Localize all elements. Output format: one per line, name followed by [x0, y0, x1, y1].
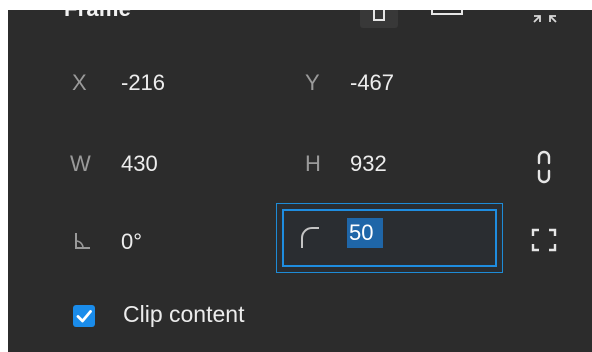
constrain-proportions-icon[interactable]	[530, 147, 558, 187]
clip-content-label[interactable]: Clip content	[123, 301, 244, 328]
frame-portrait-icon[interactable]	[360, 10, 398, 28]
frame-properties-panel: Frame X -216 Y -467 W 430 H 932	[8, 10, 592, 352]
frame-landscape-icon[interactable]	[428, 10, 468, 24]
y-label: Y	[305, 70, 320, 95]
checkmark-icon	[76, 310, 92, 323]
x-label: X	[72, 70, 87, 95]
w-input[interactable]: 430	[121, 151, 158, 177]
independent-corners-icon[interactable]	[529, 225, 559, 255]
h-input[interactable]: 932	[350, 151, 387, 177]
panel-title: Frame	[64, 10, 131, 22]
x-input[interactable]: -216	[121, 70, 165, 96]
w-label: W	[70, 151, 91, 176]
clip-content-checkbox[interactable]	[73, 305, 95, 327]
rotation-input[interactable]: 0°	[121, 229, 142, 255]
corner-radius-input[interactable]	[347, 218, 383, 248]
y-input[interactable]: -467	[350, 70, 394, 96]
h-label: H	[305, 151, 321, 176]
rotation-angle-icon	[72, 229, 96, 253]
corner-radius-icon	[299, 224, 321, 250]
collapse-icon[interactable]	[530, 10, 560, 26]
corner-radius-field[interactable]	[276, 203, 503, 273]
